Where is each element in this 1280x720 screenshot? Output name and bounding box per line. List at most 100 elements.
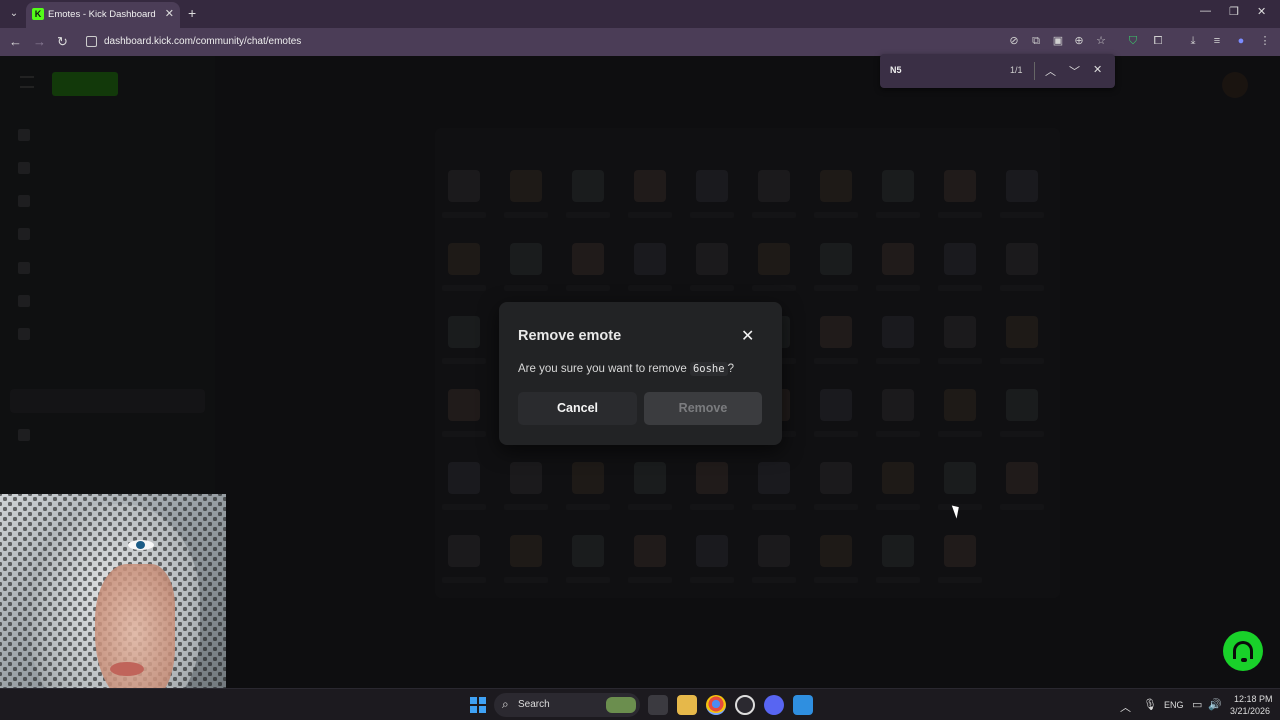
emote-thumbnail[interactable] [634,535,666,567]
restore-icon[interactable]: ❐ [1229,5,1239,18]
discord-icon[interactable] [764,695,784,715]
hamburger-icon[interactable] [20,76,34,88]
tray-chevron-icon[interactable]: ︿ [1120,699,1131,715]
sidebar-item[interactable] [18,292,198,310]
emote-thumbnail[interactable] [882,316,914,348]
bookmark-star-icon[interactable]: ☆ [1095,35,1107,47]
site-info-icon[interactable] [86,36,97,47]
microphone-icon[interactable]: 🎙 [1143,698,1157,711]
emote-thumbnail[interactable] [696,243,728,275]
windows-start-icon[interactable] [470,697,486,713]
sidebar-item[interactable] [18,159,198,177]
translate-icon[interactable]: ⧉ [1030,35,1042,47]
emote-thumbnail[interactable] [820,170,852,202]
cancel-button[interactable]: Cancel [518,392,637,425]
emote-thumbnail[interactable] [882,535,914,567]
emote-thumbnail[interactable] [696,170,728,202]
emote-thumbnail[interactable] [696,462,728,494]
remove-button[interactable]: Remove [644,392,762,425]
emote-thumbnail[interactable] [820,535,852,567]
sidebar-item[interactable] [18,192,198,210]
emote-thumbnail[interactable] [634,170,666,202]
emote-thumbnail[interactable] [820,316,852,348]
emote-thumbnail[interactable] [944,316,976,348]
emote-thumbnail[interactable] [510,535,542,567]
taskbar-search[interactable]: ⌕ Search [494,693,640,717]
emote-thumbnail[interactable] [944,535,976,567]
task-view-icon[interactable] [648,695,668,715]
download-icon[interactable]: ⤓ [1187,35,1199,47]
reload-icon[interactable]: ↻ [57,34,68,50]
extensions-icon[interactable]: ⧠ [1152,35,1164,47]
emote-thumbnail[interactable] [820,389,852,421]
new-tab-icon[interactable]: + [188,5,196,21]
support-headset-icon[interactable] [1223,631,1263,671]
file-explorer-icon[interactable] [677,695,697,715]
emote-thumbnail[interactable] [448,316,480,348]
emote-thumbnail[interactable] [1006,243,1038,275]
tab-close-icon[interactable]: ✕ [165,7,174,20]
emote-thumbnail[interactable] [448,389,480,421]
find-input[interactable]: N5 [890,65,902,75]
sidebar-item[interactable] [18,225,198,243]
emote-thumbnail[interactable] [634,243,666,275]
emote-thumbnail[interactable] [758,243,790,275]
volume-icon[interactable]: 🔊 [1208,698,1222,711]
language-indicator[interactable]: ENG [1164,700,1184,710]
photos-app-icon[interactable] [793,695,813,715]
emote-thumbnail[interactable] [1006,389,1038,421]
emote-thumbnail[interactable] [510,462,542,494]
url-text[interactable]: dashboard.kick.com/community/chat/emotes [104,36,301,47]
clipboard-icon[interactable]: ▣ [1052,35,1064,47]
forward-icon[interactable]: → [33,34,46,49]
clock-date[interactable]: 3/21/2026 [1230,706,1270,716]
emote-thumbnail[interactable] [944,170,976,202]
emote-thumbnail[interactable] [572,462,604,494]
emote-thumbnail[interactable] [510,243,542,275]
minimize-icon[interactable]: — [1200,5,1211,17]
find-previous-icon[interactable]: ︿ [1045,63,1056,79]
user-avatar[interactable] [1222,72,1248,98]
emote-thumbnail[interactable] [448,243,480,275]
omnibox[interactable]: dashboard.kick.com/community/chat/emotes [80,31,1120,53]
chrome-icon[interactable] [706,695,726,715]
find-close-icon[interactable]: ✕ [1093,63,1102,76]
emote-thumbnail[interactable] [448,462,480,494]
muted-eye-icon[interactable]: ⊘ [1008,35,1020,47]
sidebar-item[interactable] [18,426,198,444]
emote-thumbnail[interactable] [510,170,542,202]
emote-thumbnail[interactable] [634,462,666,494]
kick-logo[interactable] [52,72,118,96]
emote-thumbnail[interactable] [758,535,790,567]
emote-thumbnail[interactable] [696,535,728,567]
dialog-close-icon[interactable]: ✕ [741,326,754,346]
emote-thumbnail[interactable] [882,389,914,421]
back-icon[interactable]: ← [9,34,22,49]
clock-app-icon[interactable] [735,695,755,715]
zoom-icon[interactable]: ⊕ [1073,35,1085,47]
emote-thumbnail[interactable] [572,243,604,275]
emote-thumbnail[interactable] [882,243,914,275]
emote-thumbnail[interactable] [820,462,852,494]
browser-tab[interactable]: K Emotes - Kick Dashboard ✕ [26,2,180,28]
clock-time[interactable]: 12:18 PM [1234,694,1273,704]
emote-thumbnail[interactable] [758,462,790,494]
emote-thumbnail[interactable] [820,243,852,275]
emote-thumbnail[interactable] [572,535,604,567]
sidebar-item[interactable] [18,325,198,343]
profile-icon[interactable]: ● [1235,35,1247,47]
shield-extension-icon[interactable]: ⛉ [1127,35,1139,47]
emote-thumbnail[interactable] [944,462,976,494]
find-next-icon[interactable]: ﹀ [1069,63,1080,79]
menu-kebab-icon[interactable]: ⋮ [1259,35,1271,47]
emote-thumbnail[interactable] [1006,462,1038,494]
network-icon[interactable]: ▭ [1192,698,1202,711]
sidebar-item[interactable] [18,259,198,277]
emote-thumbnail[interactable] [1006,170,1038,202]
reading-list-icon[interactable]: ≡ [1211,35,1223,47]
window-close-icon[interactable]: ✕ [1257,5,1266,18]
emote-thumbnail[interactable] [882,170,914,202]
emote-thumbnail[interactable] [944,389,976,421]
emote-thumbnail[interactable] [944,243,976,275]
emote-thumbnail[interactable] [1006,316,1038,348]
